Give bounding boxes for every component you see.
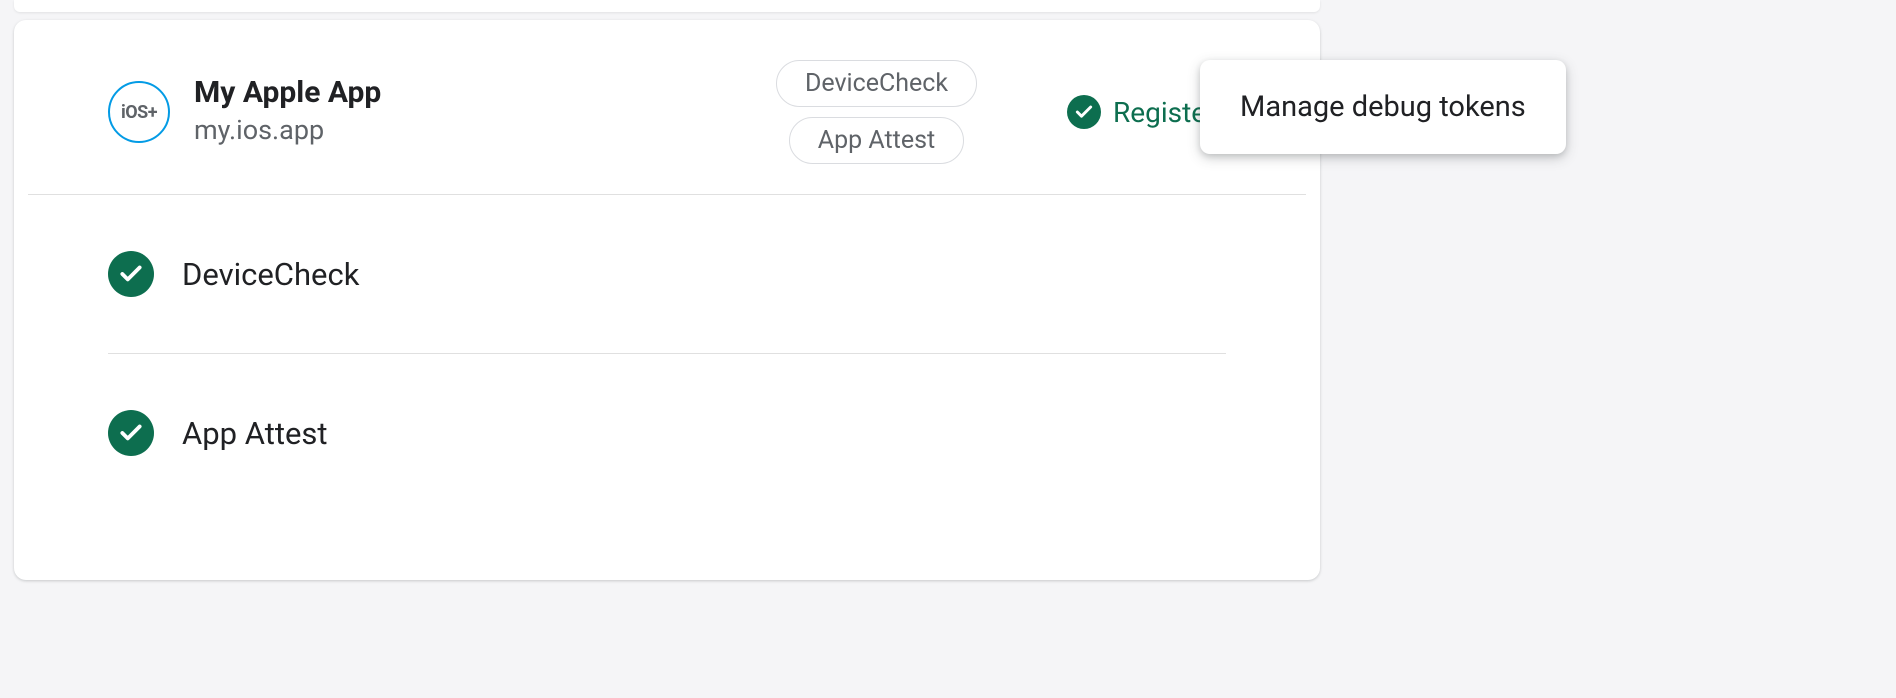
manage-debug-tokens-menu-item[interactable]: Manage debug tokens (1200, 60, 1566, 154)
card-top-edge (14, 0, 1320, 12)
list-item[interactable]: App Attest (108, 354, 1226, 512)
check-circle-icon (108, 410, 154, 456)
list-item[interactable]: DeviceCheck (108, 195, 1226, 354)
app-info: My Apple App my.ios.app (194, 75, 381, 148)
app-header-row: iOS+ My Apple App my.ios.app DeviceCheck… (28, 20, 1306, 195)
check-circle-icon (108, 251, 154, 297)
chip-appattest: App Attest (789, 117, 964, 164)
provider-chips: DeviceCheck App Attest (776, 60, 977, 164)
check-circle-icon (1067, 95, 1101, 129)
provider-name: DeviceCheck (182, 256, 359, 293)
provider-name: App Attest (182, 415, 328, 452)
chip-devicecheck: DeviceCheck (776, 60, 977, 107)
ios-platform-icon-label: iOS+ (121, 102, 157, 123)
provider-list: DeviceCheck App Attest (14, 195, 1320, 512)
ios-platform-icon: iOS+ (108, 81, 170, 143)
app-card: iOS+ My Apple App my.ios.app DeviceCheck… (14, 20, 1320, 580)
app-bundle-id: my.ios.app (194, 113, 381, 148)
app-name: My Apple App (194, 75, 381, 111)
